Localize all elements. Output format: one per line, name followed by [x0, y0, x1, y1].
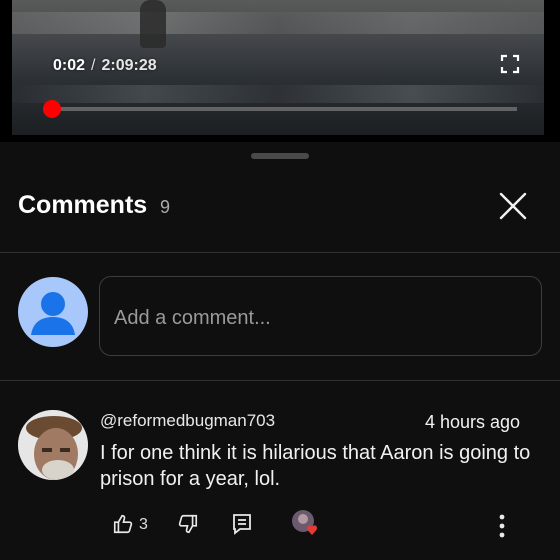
like-button[interactable] — [112, 513, 134, 540]
time-separator: / — [91, 57, 96, 74]
duration: 2:09:28 — [101, 57, 157, 74]
comment-text: I for one think it is hilarious that Aar… — [100, 442, 531, 490]
progress-bar[interactable] — [44, 107, 517, 111]
divider — [0, 252, 560, 253]
thumbs-up-icon — [113, 514, 133, 534]
video-player[interactable]: 0:02 / 2:09:28 — [0, 0, 560, 142]
more-options-icon[interactable] — [494, 513, 510, 544]
comment-timestamp: 4 hours ago — [425, 412, 521, 432]
divider — [0, 380, 560, 381]
progress-scrubber[interactable] — [43, 100, 61, 118]
commenter-photo — [18, 410, 88, 480]
current-time: 0:02 — [53, 57, 86, 74]
fullscreen-icon[interactable] — [500, 54, 520, 74]
heart-icon — [292, 510, 317, 535]
comment-author[interactable]: @reformedbugman703 — [100, 411, 275, 431]
close-icon[interactable] — [497, 190, 529, 222]
add-comment-input[interactable]: Add a comment... — [99, 276, 542, 356]
dislike-button[interactable] — [177, 513, 199, 540]
comments-count: 9 — [160, 197, 171, 217]
like-count: 3 — [139, 516, 148, 533]
person-icon — [31, 292, 75, 335]
thumbs-down-icon — [178, 514, 198, 534]
creator-heart-badge — [291, 509, 321, 544]
avatar[interactable] — [18, 277, 88, 347]
time-display: 0:02 / 2:09:28 — [53, 57, 157, 75]
video-scene-wave — [12, 12, 544, 34]
comments-title: Comments — [18, 191, 148, 219]
video-scene-shore — [12, 85, 544, 103]
commenter-avatar[interactable] — [18, 410, 88, 480]
video-scene-figure — [140, 0, 166, 48]
reply-button[interactable] — [232, 513, 252, 540]
drag-handle[interactable] — [251, 153, 309, 159]
reply-icon — [233, 514, 251, 535]
